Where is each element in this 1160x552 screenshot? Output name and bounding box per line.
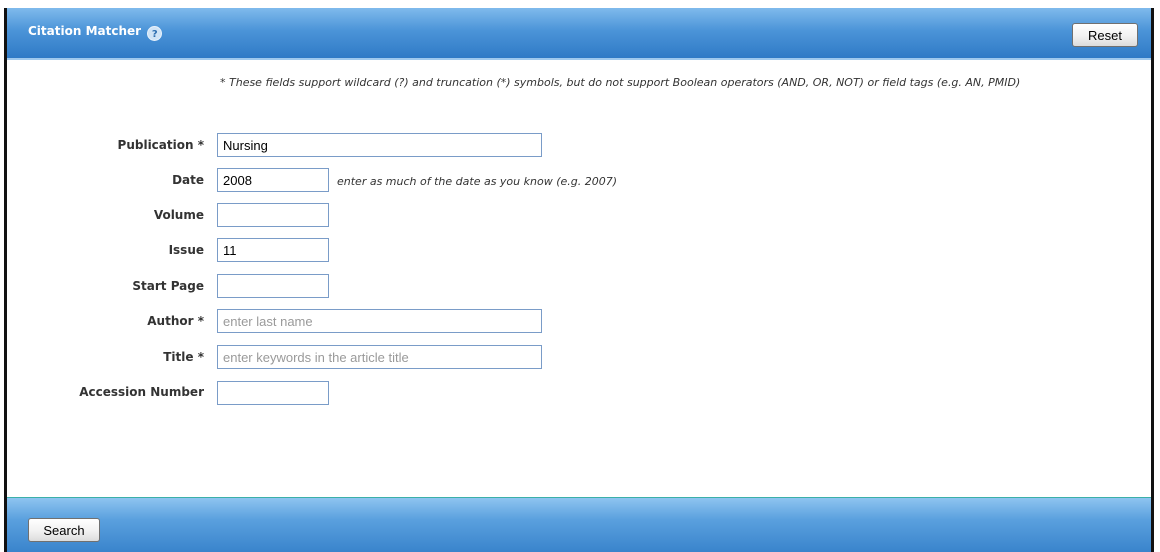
start-page-input[interactable] bbox=[217, 274, 329, 298]
title-input[interactable] bbox=[217, 345, 542, 369]
search-button[interactable]: Search bbox=[28, 518, 100, 542]
accession-number-input[interactable] bbox=[217, 381, 329, 405]
citation-matcher-panel: Citation Matcher ? Reset * These fields … bbox=[4, 8, 1154, 552]
date-hint: enter as much of the date as you know (e… bbox=[337, 175, 618, 188]
author-input[interactable] bbox=[217, 309, 542, 333]
reset-button[interactable]: Reset bbox=[1072, 23, 1138, 47]
issue-label: Issue bbox=[168, 243, 204, 257]
date-input[interactable] bbox=[217, 168, 329, 192]
accession-number-label: Accession Number bbox=[79, 385, 204, 399]
panel-footer: Search bbox=[7, 497, 1151, 552]
panel-header: Citation Matcher ? Reset bbox=[7, 8, 1151, 60]
author-label: Author * bbox=[147, 314, 204, 328]
volume-label: Volume bbox=[153, 208, 204, 222]
panel-title: Citation Matcher ? bbox=[28, 24, 163, 41]
publication-input[interactable] bbox=[217, 133, 542, 157]
wildcard-note: * These fields support wildcard (?) and … bbox=[220, 76, 1021, 89]
title-label: Title * bbox=[163, 350, 204, 364]
help-icon[interactable]: ? bbox=[147, 26, 163, 41]
start-page-label: Start Page bbox=[132, 279, 204, 293]
issue-input[interactable] bbox=[217, 238, 329, 262]
panel-title-text: Citation Matcher bbox=[28, 24, 142, 38]
date-label: Date bbox=[172, 173, 204, 187]
publication-label: Publication * bbox=[117, 138, 204, 152]
volume-input[interactable] bbox=[217, 203, 329, 227]
